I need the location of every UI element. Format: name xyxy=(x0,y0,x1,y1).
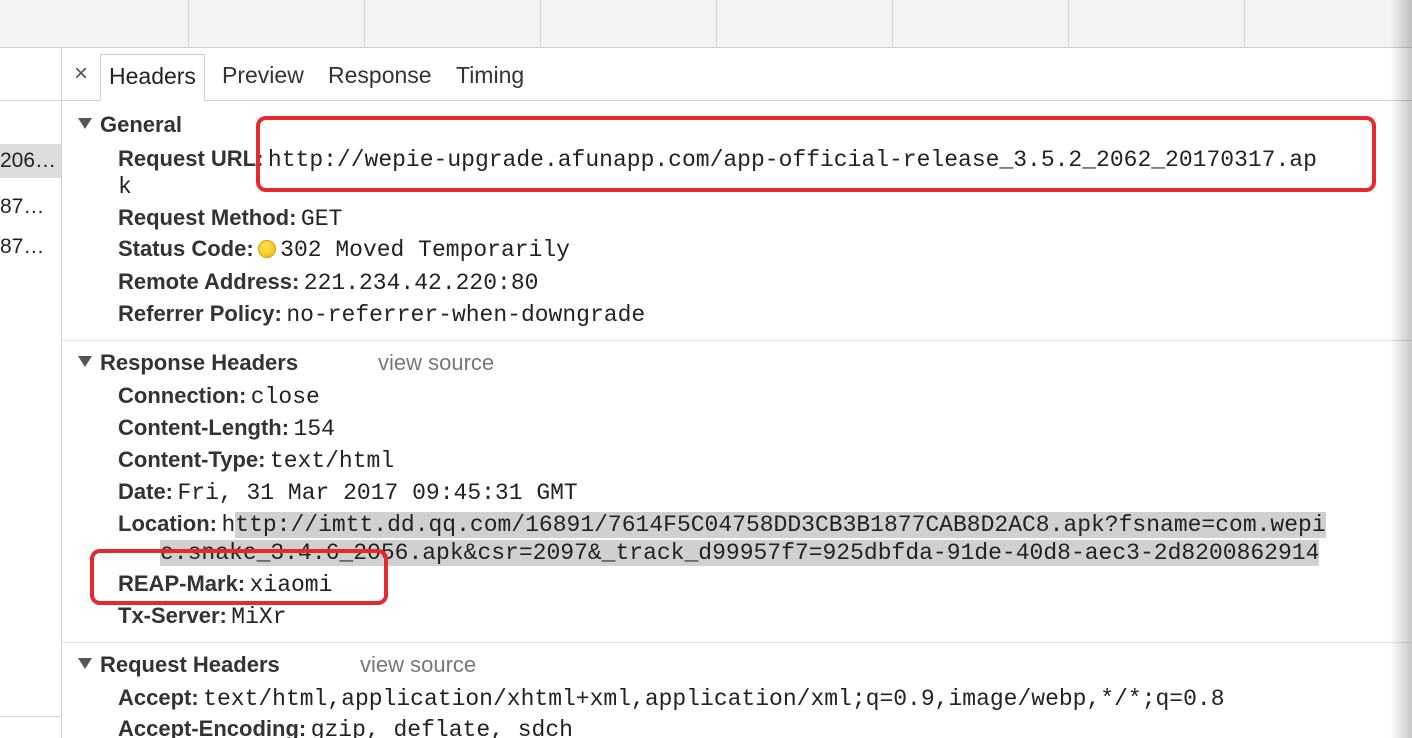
accept-row: Accept: text/html,application/xhtml+xml,… xyxy=(118,685,1225,712)
header-value: no-referrer-when-downgrade xyxy=(286,302,646,328)
section-title: Request Headers xyxy=(100,652,280,677)
details-tab-bar: × Headers Preview Response Timing xyxy=(62,48,1412,101)
location-value-selected[interactable]: ttp://imtt.dd.qq.com/16891/7614F5C04758D… xyxy=(235,512,1326,538)
tab-response[interactable]: Response xyxy=(320,54,440,101)
header-key: Location: xyxy=(118,511,217,536)
header-key: Status Code: xyxy=(118,236,254,261)
content-length-row: Content-Length: 154 xyxy=(118,415,335,442)
column-separator[interactable] xyxy=(1244,0,1245,48)
status-code-row: Status Code: 302 Moved Temporarily xyxy=(118,236,570,263)
request-list-header xyxy=(0,48,61,101)
content-type-row: Content-Type: text/html xyxy=(118,447,394,474)
request-table-header-strip xyxy=(0,0,1412,48)
request-url-value-wrap: k xyxy=(118,174,132,200)
reap-mark-annotation-box xyxy=(90,549,388,605)
request-url-continuation: k xyxy=(118,174,132,200)
section-title: General xyxy=(100,112,182,137)
close-icon[interactable]: × xyxy=(70,60,92,88)
request-method-row: Request Method: GET xyxy=(118,205,342,232)
header-key: Accept-Encoding: xyxy=(118,716,307,738)
column-separator[interactable] xyxy=(540,0,541,48)
response-headers-section-header[interactable]: Response Headers xyxy=(78,350,298,376)
header-value: text/html xyxy=(269,448,395,474)
header-value: 154 xyxy=(293,416,335,442)
column-separator[interactable] xyxy=(188,0,189,48)
request-url-annotation-box xyxy=(256,116,1376,192)
header-value: MiXr xyxy=(231,604,287,630)
header-value: 221.234.42.220:80 xyxy=(303,270,539,296)
section-title: Response Headers xyxy=(100,350,299,375)
header-key: Referrer Policy: xyxy=(118,301,282,326)
header-key: Request Method: xyxy=(118,205,297,230)
tab-timing[interactable]: Timing xyxy=(448,54,532,101)
column-separator[interactable] xyxy=(716,0,717,48)
header-key: Accept: xyxy=(118,685,199,710)
section-divider xyxy=(62,340,1412,341)
header-value: close xyxy=(250,384,320,410)
header-key: Request URL: xyxy=(118,146,264,171)
accept-encoding-row: Accept-Encoding: gzip, deflate, sdch xyxy=(118,716,573,738)
header-key: Content-Type: xyxy=(118,447,266,472)
general-section-header[interactable]: General xyxy=(78,112,182,138)
request-view-source-link[interactable]: view source xyxy=(360,652,476,678)
column-separator[interactable] xyxy=(364,0,365,48)
connection-row: Connection: close xyxy=(118,383,320,410)
request-list-row[interactable]: 87… xyxy=(0,230,61,264)
request-list-row[interactable]: 87… xyxy=(0,190,61,224)
referrer-policy-row: Referrer Policy: no-referrer-when-downgr… xyxy=(118,301,645,328)
location-value: h xyxy=(221,512,236,538)
request-list-row[interactable]: 206… xyxy=(0,144,61,178)
window-edge-shadow xyxy=(1390,0,1412,738)
response-view-source-link[interactable]: view source xyxy=(378,350,494,376)
header-key: Connection: xyxy=(118,383,247,408)
tab-headers[interactable]: Headers xyxy=(100,54,205,101)
tab-preview[interactable]: Preview xyxy=(214,54,312,101)
collapse-triangle-icon xyxy=(78,118,92,129)
column-separator[interactable] xyxy=(892,0,893,48)
request-list: 206… 87… 87… xyxy=(0,48,62,738)
header-value: text/html,application/xhtml+xml,applicat… xyxy=(203,686,1225,712)
request-headers-section-header[interactable]: Request Headers xyxy=(78,652,280,678)
collapse-triangle-icon xyxy=(78,658,92,669)
header-key: Remote Address: xyxy=(118,269,300,294)
tx-server-row: Tx-Server: MiXr xyxy=(118,603,287,630)
header-key: Date: xyxy=(118,479,174,504)
section-divider xyxy=(62,642,1412,643)
header-value: GET xyxy=(300,206,343,232)
column-separator[interactable] xyxy=(1068,0,1069,48)
header-key: Content-Length: xyxy=(118,415,290,440)
date-row: Date: Fri, 31 Mar 2017 09:45:31 GMT xyxy=(118,479,578,506)
header-value: 302 Moved Temporarily xyxy=(280,237,570,263)
header-value: Fri, 31 Mar 2017 09:45:31 GMT xyxy=(177,480,578,506)
header-key: Tx-Server: xyxy=(118,603,227,628)
location-row: Location: http://imtt.dd.qq.com/16891/76… xyxy=(118,511,1326,538)
collapse-triangle-icon xyxy=(78,356,92,367)
remote-address-row: Remote Address: 221.234.42.220:80 xyxy=(118,269,538,296)
request-list-divider xyxy=(0,716,61,717)
header-value: gzip, deflate, sdch xyxy=(310,717,573,738)
status-dot-icon xyxy=(258,240,277,258)
